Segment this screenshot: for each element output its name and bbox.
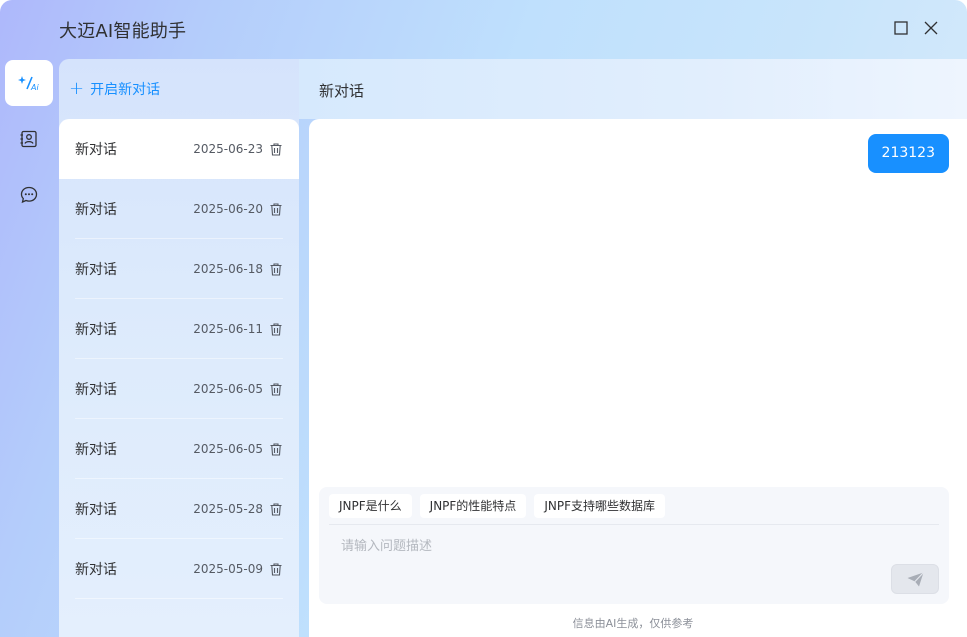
conversation-item[interactable]: 新对话 2025-06-05 bbox=[59, 419, 299, 479]
question-input[interactable] bbox=[329, 531, 913, 561]
suggestion-list: JNPF是什么 JNPF的性能特点 JNPF支持哪些数据库 bbox=[329, 494, 665, 518]
trash-icon bbox=[270, 142, 282, 156]
conversation-title: 新对话 bbox=[75, 382, 117, 398]
chat-area: 213123 JNPF是什么 JNPF的性能特点 JNPF支持哪些数据库 信息由… bbox=[309, 119, 967, 637]
ai-sparkle-icon: Ai bbox=[18, 76, 39, 92]
conversation-date: 2025-05-28 bbox=[193, 502, 263, 516]
trash-icon bbox=[270, 262, 282, 276]
chat-header bbox=[299, 59, 967, 119]
contact-card-icon bbox=[20, 130, 37, 148]
chat-bubble-icon bbox=[20, 186, 38, 204]
svg-text:Ai: Ai bbox=[30, 83, 39, 92]
suggestion-chip[interactable]: JNPF是什么 bbox=[329, 494, 412, 518]
conversation-title: 新对话 bbox=[75, 262, 117, 278]
conversation-list: 新对话 2025-06-23 新对话 2025-06-20 新对话 2025-0… bbox=[59, 119, 299, 599]
conversation-title: 新对话 bbox=[75, 562, 117, 578]
delete-conversation-button[interactable] bbox=[269, 562, 283, 576]
rail-item-ai-assistant[interactable]: Ai bbox=[5, 60, 53, 106]
conversation-panel: + 开启新对话 新对话 2025-06-23 新对话 2025-06-20 新对… bbox=[59, 59, 299, 637]
chat-title: 新对话 bbox=[319, 82, 365, 100]
conversation-item[interactable]: 新对话 2025-06-05 bbox=[59, 359, 299, 419]
close-icon bbox=[924, 21, 938, 35]
rail-item-messages[interactable] bbox=[5, 172, 53, 218]
conversation-date: 2025-06-18 bbox=[193, 262, 263, 276]
suggestion-chip[interactable]: JNPF支持哪些数据库 bbox=[534, 494, 665, 518]
maximize-icon bbox=[894, 21, 908, 35]
delete-conversation-button[interactable] bbox=[269, 502, 283, 516]
close-button[interactable] bbox=[922, 19, 940, 37]
conversation-date: 2025-06-05 bbox=[193, 442, 263, 456]
composer-divider bbox=[329, 524, 939, 525]
send-icon bbox=[907, 571, 924, 586]
trash-icon bbox=[270, 442, 282, 456]
delete-conversation-button[interactable] bbox=[269, 322, 283, 336]
plus-icon: + bbox=[69, 78, 85, 99]
new-chat-label: 开启新对话 bbox=[90, 82, 161, 98]
trash-icon bbox=[270, 322, 282, 336]
conversation-title: 新对话 bbox=[75, 502, 117, 518]
conversation-item[interactable]: 新对话 2025-05-28 bbox=[59, 479, 299, 539]
trash-icon bbox=[270, 502, 282, 516]
conversation-title: 新对话 bbox=[75, 202, 117, 218]
conversation-date: 2025-05-09 bbox=[193, 562, 263, 576]
conversation-date: 2025-06-20 bbox=[193, 202, 263, 216]
trash-icon bbox=[270, 382, 282, 396]
conversation-item[interactable]: 新对话 2025-06-18 bbox=[59, 239, 299, 299]
conversation-title: 新对话 bbox=[75, 142, 117, 158]
message-composer: JNPF是什么 JNPF的性能特点 JNPF支持哪些数据库 bbox=[319, 487, 949, 604]
maximize-button[interactable] bbox=[892, 19, 910, 37]
window-title: 大迈AI智能助手 bbox=[59, 21, 187, 42]
delete-conversation-button[interactable] bbox=[269, 382, 283, 396]
send-button[interactable] bbox=[891, 564, 939, 594]
conversation-item[interactable]: 新对话 2025-06-20 bbox=[59, 179, 299, 239]
conversation-item[interactable]: 新对话 2025-05-09 bbox=[59, 539, 299, 599]
conversation-item[interactable]: 新对话 2025-06-11 bbox=[59, 299, 299, 359]
user-message-bubble: 213123 bbox=[867, 134, 949, 173]
delete-conversation-button[interactable] bbox=[269, 442, 283, 456]
suggestion-chip[interactable]: JNPF的性能特点 bbox=[419, 494, 527, 518]
nav-rail: Ai bbox=[0, 59, 59, 637]
delete-conversation-button[interactable] bbox=[269, 262, 283, 276]
conversation-item[interactable]: 新对话 2025-06-23 bbox=[59, 119, 299, 179]
rail-item-contacts[interactable] bbox=[5, 116, 53, 162]
trash-icon bbox=[270, 202, 282, 216]
app-window: 大迈AI智能助手 Ai + 开启新对话 新对话 2025-06-23 新对话 2… bbox=[0, 0, 967, 637]
ai-disclaimer: 信息由AI生成，仅供参考 bbox=[572, 617, 694, 630]
conversation-title: 新对话 bbox=[75, 322, 117, 338]
conversation-date: 2025-06-05 bbox=[193, 382, 263, 396]
conversation-date: 2025-06-11 bbox=[193, 322, 263, 336]
new-chat-button[interactable]: + 开启新对话 bbox=[69, 79, 160, 99]
conversation-date: 2025-06-23 bbox=[193, 142, 263, 156]
delete-conversation-button[interactable] bbox=[269, 202, 283, 216]
trash-icon bbox=[270, 562, 282, 576]
delete-conversation-button[interactable] bbox=[269, 142, 283, 156]
conversation-title: 新对话 bbox=[75, 442, 117, 458]
